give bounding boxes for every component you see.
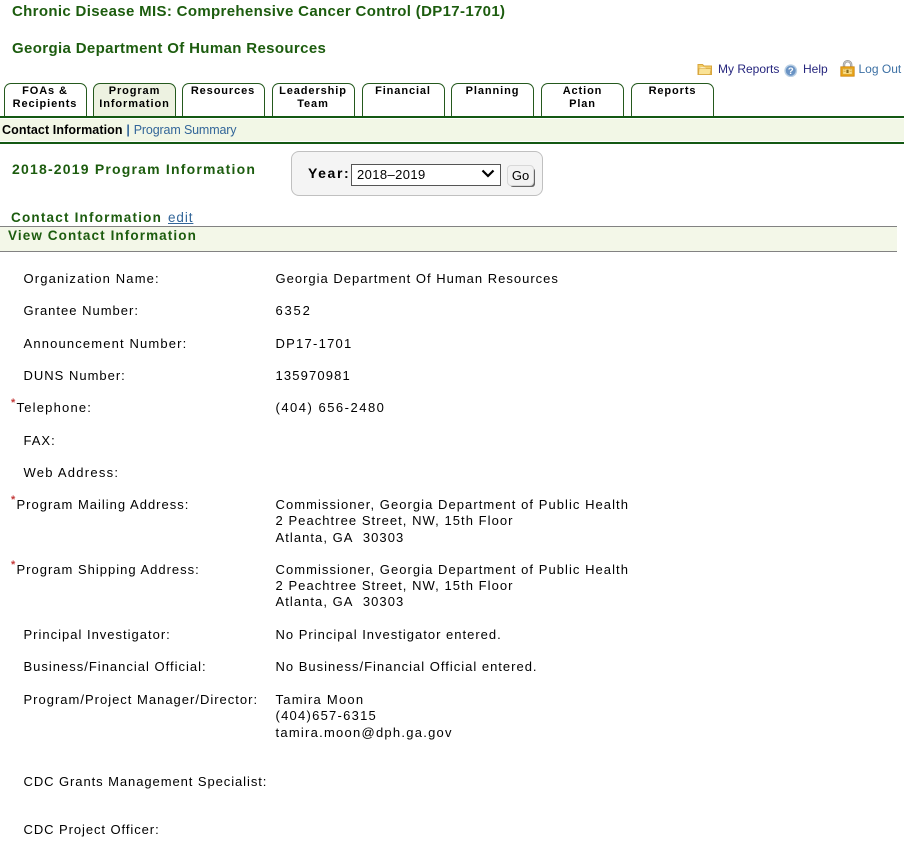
svg-text:?: ? [788, 66, 794, 77]
